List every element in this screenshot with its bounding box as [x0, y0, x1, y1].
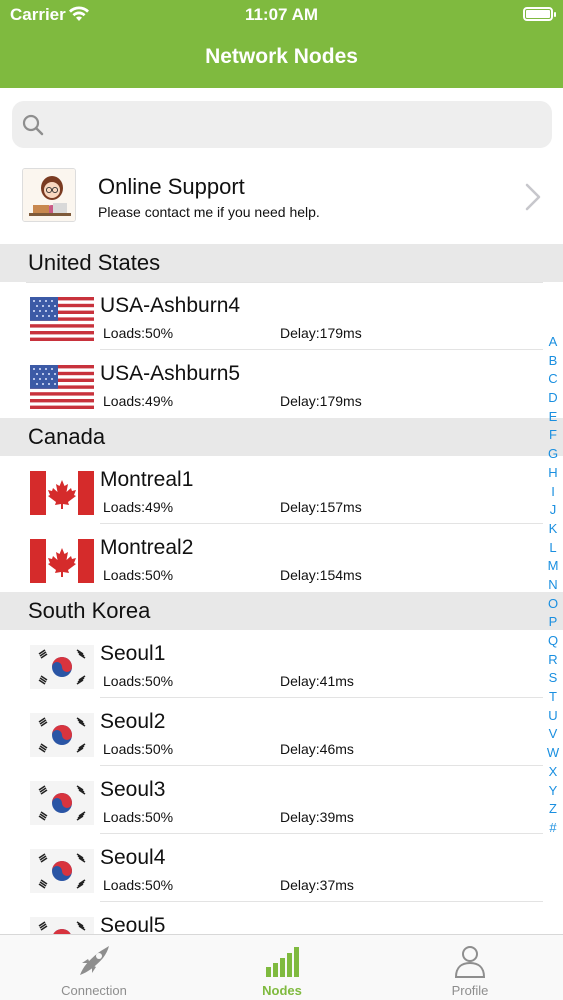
support-avatar	[22, 168, 76, 222]
section-header-canada: Canada	[0, 418, 563, 456]
index-letter[interactable]: C	[543, 370, 563, 389]
node-row[interactable]: Seoul4 Loads:50% Delay:37ms	[0, 834, 563, 902]
signal-bars-icon	[266, 947, 299, 977]
node-loads: Loads:50%	[103, 809, 174, 825]
chevron-right-icon	[525, 183, 541, 211]
index-letter[interactable]: H	[543, 464, 563, 483]
node-delay: Delay:41ms	[280, 673, 354, 689]
rocket-icon	[80, 946, 109, 975]
index-letter[interactable]: A	[543, 333, 563, 352]
section-header-south-korea: South Korea	[0, 592, 563, 630]
support-subtitle: Please contact me if you need help.	[98, 204, 320, 220]
tab-label: Profile	[451, 983, 489, 998]
node-row[interactable]: Seoul5	[0, 902, 563, 934]
node-name: Seoul5	[100, 914, 166, 934]
node-delay: Delay:46ms	[280, 741, 354, 757]
node-name: USA-Ashburn4	[100, 294, 241, 317]
index-letter[interactable]: B	[543, 352, 563, 371]
search-bar	[0, 88, 563, 162]
index-letter[interactable]: M	[543, 557, 563, 576]
tab-label: Connection	[61, 983, 127, 998]
tab-connection[interactable]: Connection	[0, 935, 188, 1000]
node-name: Seoul4	[100, 846, 166, 869]
tab-label: Nodes	[262, 983, 302, 998]
node-name: Seoul3	[100, 778, 166, 801]
node-loads: Loads:49%	[103, 393, 174, 409]
index-letter[interactable]: I	[543, 483, 563, 502]
south-korea-flag-icon	[30, 713, 94, 757]
person-icon	[454, 946, 486, 978]
index-letter[interactable]: T	[543, 688, 563, 707]
index-letter[interactable]: J	[543, 501, 563, 520]
node-name: USA-Ashburn5	[100, 362, 241, 385]
node-delay: Delay:179ms	[280, 325, 362, 341]
node-row[interactable]: Seoul3 Loads:50% Delay:39ms	[0, 766, 563, 834]
index-letter[interactable]: X	[543, 763, 563, 782]
section-header-united-states: United States	[0, 244, 563, 282]
index-letter[interactable]: U	[543, 707, 563, 726]
index-letter[interactable]: R	[543, 651, 563, 670]
node-delay: Delay:157ms	[280, 499, 362, 515]
tab-profile[interactable]: Profile	[376, 935, 563, 1000]
index-letter[interactable]: Y	[543, 782, 563, 801]
section-index[interactable]: A B C D E F G H I J K L M N O P Q R S T U V W X Y Z #	[543, 333, 563, 838]
node-delay: Delay:37ms	[280, 877, 354, 893]
search-input[interactable]	[12, 101, 552, 148]
node-row[interactable]: USA-Ashburn4 Loads:50% Delay:179ms	[0, 282, 563, 350]
node-name: Montreal2	[100, 536, 194, 559]
node-loads: Loads:50%	[103, 673, 174, 689]
index-letter[interactable]: V	[543, 725, 563, 744]
index-letter[interactable]: E	[543, 408, 563, 427]
index-letter[interactable]: W	[543, 744, 563, 763]
node-row[interactable]: Seoul2 Loads:50% Delay:46ms	[0, 698, 563, 766]
node-name: Montreal1	[100, 468, 194, 491]
usa-flag-icon	[30, 297, 94, 341]
node-delay: Delay:154ms	[280, 567, 362, 583]
south-korea-flag-icon	[30, 849, 94, 893]
index-letter[interactable]: K	[543, 520, 563, 539]
node-name: Seoul1	[100, 642, 166, 665]
south-korea-flag-icon	[30, 917, 94, 934]
index-letter[interactable]: D	[543, 389, 563, 408]
status-bar: Carrier 11:07 AM	[0, 0, 563, 32]
node-row[interactable]: Seoul1 Loads:50% Delay:41ms	[0, 630, 563, 698]
header: Carrier 11:07 AM Network Nodes	[0, 0, 563, 88]
canada-flag-icon	[30, 471, 94, 515]
node-loads: Loads:50%	[103, 741, 174, 757]
node-name: Seoul2	[100, 710, 166, 733]
node-delay: Delay:179ms	[280, 393, 362, 409]
node-row[interactable]: Montreal2 Loads:50% Delay:154ms	[0, 524, 563, 592]
screen: Carrier 11:07 AM Network Nodes Online Su…	[0, 0, 563, 1000]
support-title: Online Support	[98, 174, 245, 199]
node-row[interactable]: USA-Ashburn5 Loads:49% Delay:179ms	[0, 350, 563, 418]
canada-flag-icon	[30, 539, 94, 583]
page-title: Network Nodes	[205, 45, 358, 68]
search-icon	[22, 114, 44, 136]
index-letter[interactable]: P	[543, 613, 563, 632]
node-loads: Loads:50%	[103, 877, 174, 893]
node-loads: Loads:50%	[103, 567, 174, 583]
index-letter[interactable]: N	[543, 576, 563, 595]
south-korea-flag-icon	[30, 645, 94, 689]
node-delay: Delay:39ms	[280, 809, 354, 825]
index-letter[interactable]: L	[543, 539, 563, 558]
node-loads: Loads:50%	[103, 325, 174, 341]
battery-icon	[523, 7, 556, 21]
node-loads: Loads:49%	[103, 499, 174, 515]
index-letter[interactable]: Z	[543, 800, 563, 819]
tab-bar: Connection Nodes Profile	[0, 934, 563, 1000]
online-support-row[interactable]: Online Support Please contact me if you …	[0, 162, 563, 244]
node-row[interactable]: Montreal1 Loads:49% Delay:157ms	[0, 456, 563, 524]
index-letter[interactable]: #	[543, 819, 563, 838]
index-letter[interactable]: G	[543, 445, 563, 464]
index-letter[interactable]: F	[543, 426, 563, 445]
index-letter[interactable]: S	[543, 669, 563, 688]
south-korea-flag-icon	[30, 781, 94, 825]
node-list[interactable]: United States USA-Ashburn4 Loads:50% Del…	[0, 244, 563, 934]
index-letter[interactable]: O	[543, 595, 563, 614]
usa-flag-icon	[30, 365, 94, 409]
clock: 11:07 AM	[244, 5, 319, 24]
index-letter[interactable]: Q	[543, 632, 563, 651]
tab-nodes[interactable]: Nodes	[188, 935, 376, 1000]
